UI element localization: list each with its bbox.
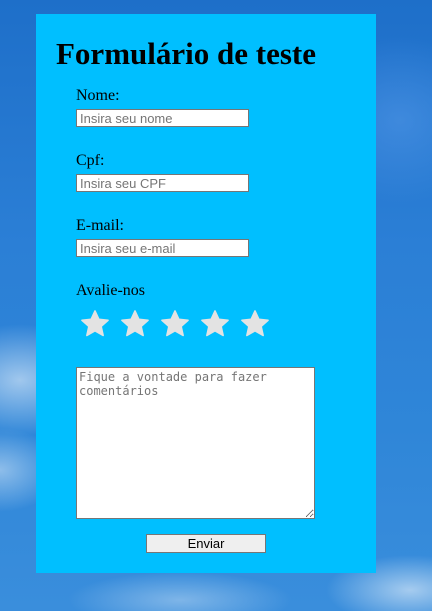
form-panel: Formulário de teste Nome: Cpf: E-mail: A… [36, 14, 376, 573]
star-icon[interactable] [159, 308, 191, 340]
cpf-input[interactable] [76, 174, 249, 192]
star-rating [79, 308, 279, 340]
cpf-label: Cpf: [76, 152, 105, 169]
name-input[interactable] [76, 109, 249, 127]
star-icon[interactable] [239, 308, 271, 340]
rating-label: Avalie-nos [76, 282, 146, 299]
name-label: Nome: [76, 87, 120, 104]
star-icon[interactable] [119, 308, 151, 340]
star-icon[interactable] [199, 308, 231, 340]
submit-button[interactable]: Enviar [146, 534, 266, 553]
email-input[interactable] [76, 239, 249, 257]
email-label: E-mail: [76, 217, 124, 234]
star-icon[interactable] [79, 308, 111, 340]
form-title: Formulário de teste [56, 36, 316, 71]
comments-textarea[interactable] [76, 367, 315, 519]
